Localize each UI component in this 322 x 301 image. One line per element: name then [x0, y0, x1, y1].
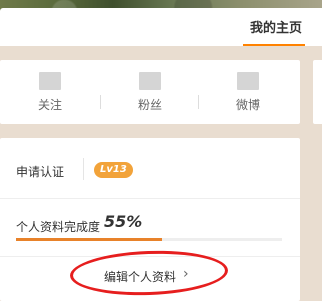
stat-following-count: [39, 72, 61, 90]
edit-profile-link[interactable]: 编辑个人资料: [104, 268, 176, 285]
apply-verification-link[interactable]: 申请认证: [16, 163, 64, 180]
completion-label: 个人资料完成度: [16, 220, 101, 234]
stat-following-label: 关注: [37, 98, 62, 112]
divider: [0, 256, 300, 257]
stat-weibo-label: 微博: [235, 98, 260, 112]
stat-followers-count: [139, 72, 161, 90]
active-tab-indicator: [243, 44, 305, 46]
completion-value: 55%: [104, 212, 143, 231]
stat-following[interactable]: 关注: [0, 60, 100, 124]
level-badge[interactable]: Lv13: [94, 162, 133, 178]
completion-progress-bar: [16, 238, 282, 241]
side-panel-edge: [313, 60, 322, 124]
chevron-right-icon: ›: [183, 266, 189, 282]
stat-weibo[interactable]: 微博: [198, 60, 298, 124]
stats-card: 关注 粉丝 微博: [0, 60, 300, 124]
divider: [83, 158, 84, 180]
stat-followers-label: 粉丝: [137, 98, 162, 112]
profile-tabbar: 我的主页: [0, 8, 322, 46]
stat-weibo-count: [237, 72, 259, 90]
divider: [0, 198, 300, 199]
tab-my-homepage[interactable]: 我的主页: [250, 17, 302, 36]
completion-progress-fill: [16, 238, 163, 241]
stat-followers[interactable]: 粉丝: [100, 60, 200, 124]
profile-card: 申请认证 Lv13 个人资料完成度 55% 编辑个人资料 ›: [0, 138, 300, 301]
